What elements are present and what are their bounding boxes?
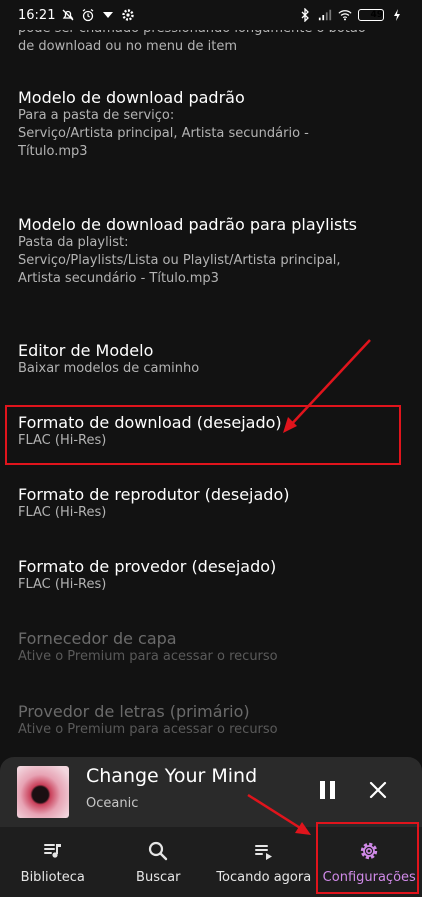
- download-status-icon: [101, 8, 115, 22]
- battery-icon: 49: [358, 9, 384, 21]
- setting-player-format[interactable]: Formato de reprodutor (desejado) FLAC (H…: [18, 485, 404, 522]
- setting-cover-provider: Fornecedor de capa Ative o Premium para …: [18, 629, 404, 666]
- search-icon: [147, 840, 169, 862]
- mini-player[interactable]: Change Your Mind Oceanic: [0, 757, 422, 827]
- now-playing-icon: [253, 840, 275, 862]
- setting-title: Formato de reprodutor (desejado): [18, 485, 290, 504]
- description-line: de download ou no menu de item: [18, 39, 238, 54]
- setting-subtitle: Para a pasta de serviço:: [18, 108, 175, 123]
- setting-subtitle: Ative o Premium para acessar o recurso: [18, 649, 278, 664]
- track-title: Change Your Mind: [86, 765, 258, 787]
- setting-lyrics-provider: Provedor de letras (primário) Ative o Pr…: [18, 702, 404, 739]
- setting-provider-format[interactable]: Formato de provedor (desejado) FLAC (Hi-…: [18, 557, 404, 594]
- nav-library[interactable]: Biblioteca: [0, 827, 106, 897]
- close-icon: [369, 781, 387, 799]
- setting-subtitle: Serviço/Artista principal, Artista secun…: [18, 126, 309, 141]
- setting-subtitle: Ative o Premium para acessar o recurso: [18, 722, 278, 737]
- setting-subtitle: Serviço/Playlists/Lista ou Playlist/Arti…: [18, 253, 341, 268]
- album-art[interactable]: [17, 766, 69, 818]
- setting-subtitle: Artista secundário - Título.mp3: [18, 271, 219, 286]
- setting-subtitle: Pasta da playlist:: [18, 235, 129, 250]
- settings-status-icon: [121, 8, 135, 22]
- annotation-highlight-nav: [316, 822, 419, 894]
- pause-button[interactable]: [316, 781, 338, 803]
- nav-search[interactable]: Buscar: [106, 827, 212, 897]
- setting-subtitle: Título.mp3: [18, 144, 88, 159]
- battery-level: 49: [370, 10, 383, 20]
- setting-subtitle: FLAC (Hi-Res): [18, 577, 107, 592]
- nav-now-playing[interactable]: Tocando agora: [211, 827, 317, 897]
- mute-notifications-icon: [61, 8, 75, 22]
- annotation-highlight-box: [5, 405, 401, 465]
- bluetooth-icon: [298, 8, 312, 22]
- nav-label: Buscar: [136, 869, 181, 885]
- setting-title: Modelo de download padrão para playlists: [18, 215, 357, 234]
- setting-title: Provedor de letras (primário): [18, 702, 250, 721]
- alarm-icon: [81, 8, 95, 22]
- library-icon: [42, 840, 64, 862]
- close-player-button[interactable]: [367, 779, 389, 801]
- setting-title: Formato de provedor (desejado): [18, 557, 277, 576]
- nav-label: Tocando agora: [216, 869, 312, 885]
- status-bar: 16:21 49: [0, 0, 422, 30]
- nav-label: Biblioteca: [20, 869, 85, 885]
- setting-title: Editor de Modelo: [18, 341, 154, 360]
- setting-title: Modelo de download padrão: [18, 88, 245, 107]
- setting-title: Fornecedor de capa: [18, 629, 177, 648]
- signal-icon: [318, 8, 332, 22]
- setting-playlist-download-template[interactable]: Modelo de download padrão para playlists…: [18, 215, 404, 288]
- track-artist: Oceanic: [86, 796, 139, 811]
- setting-subtitle: Baixar modelos de caminho: [18, 361, 200, 376]
- setting-subtitle: FLAC (Hi-Res): [18, 505, 107, 520]
- charging-icon: [390, 8, 404, 22]
- wifi-icon: [338, 8, 352, 22]
- setting-template-editor[interactable]: Editor de Modelo Baixar modelos de camin…: [18, 341, 404, 378]
- status-time: 16:21: [18, 7, 56, 23]
- setting-default-download-template[interactable]: Modelo de download padrão Para a pasta d…: [18, 88, 404, 161]
